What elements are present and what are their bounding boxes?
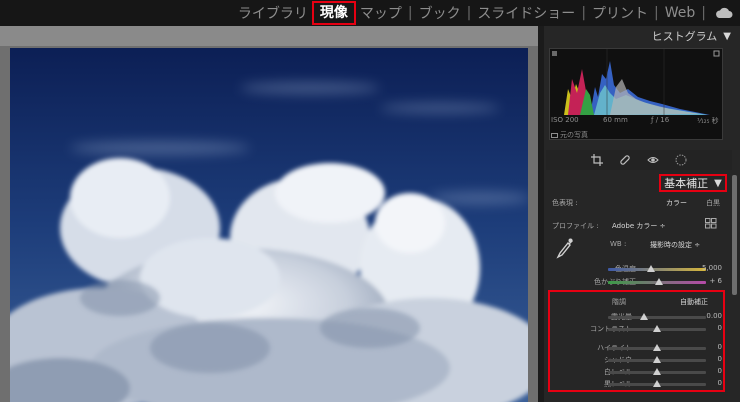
panel-edge bbox=[538, 26, 544, 402]
module-separator: | bbox=[654, 5, 659, 21]
checkbox-icon[interactable] bbox=[551, 132, 558, 138]
panel-scrollbar[interactable] bbox=[732, 175, 737, 295]
basic-panel-title: 基本補正 bbox=[664, 177, 709, 190]
module-library[interactable]: ライブラリ bbox=[234, 3, 312, 23]
redeye-icon[interactable] bbox=[647, 154, 659, 166]
highlights-slider[interactable] bbox=[608, 344, 706, 351]
histogram-header[interactable]: ヒストグラム ▼ bbox=[545, 26, 731, 46]
profile-dropdown[interactable]: Adobe カラー ÷ bbox=[612, 221, 665, 231]
original-photo-toggle[interactable]: 元の写真 bbox=[551, 130, 588, 140]
slider-thumb[interactable] bbox=[647, 265, 655, 272]
photo-preview[interactable] bbox=[10, 48, 528, 402]
slider-thumb[interactable] bbox=[653, 356, 661, 363]
slider-thumb[interactable] bbox=[653, 380, 661, 387]
shutter-readout: ¹⁄₁₂₅ 秒 bbox=[697, 117, 719, 125]
tone-label: 階調 bbox=[612, 298, 626, 306]
focal-readout: 60 mm bbox=[603, 116, 628, 124]
highlight-clip-icon bbox=[713, 50, 720, 57]
shadow-clip-icon bbox=[552, 51, 557, 56]
module-map[interactable]: マップ bbox=[356, 3, 406, 23]
basic-panel-header[interactable]: 基本補正 ▼ bbox=[659, 174, 727, 192]
eyedropper-icon[interactable] bbox=[556, 237, 574, 263]
histogram[interactable] bbox=[549, 48, 723, 140]
toolbar-strip bbox=[0, 26, 538, 46]
module-print[interactable]: プリント bbox=[588, 3, 652, 23]
collapse-triangle-icon[interactable]: ▼ bbox=[723, 31, 731, 42]
exposure-value[interactable]: 0.00 bbox=[706, 312, 722, 320]
module-bar: ライブラリ 現像 マップ | ブック | スライドショー | プリント | We… bbox=[0, 0, 740, 26]
shadows-value[interactable]: 0 bbox=[718, 355, 722, 363]
module-separator: | bbox=[407, 5, 413, 21]
image-canvas[interactable] bbox=[0, 26, 538, 402]
module-separator: | bbox=[466, 5, 472, 21]
slider-thumb[interactable] bbox=[653, 344, 661, 351]
temp-slider[interactable] bbox=[608, 265, 706, 272]
wb-label: WB : bbox=[610, 240, 627, 248]
module-picker: ライブラリ 現像 マップ | ブック | スライドショー | プリント | We… bbox=[234, 0, 740, 26]
crop-icon[interactable] bbox=[591, 154, 603, 166]
shadows-slider[interactable] bbox=[608, 356, 706, 363]
profile-label: プロファイル : bbox=[552, 222, 599, 230]
contrast-value[interactable]: 0 bbox=[718, 324, 722, 332]
tint-slider[interactable] bbox=[608, 278, 706, 285]
highlights-value[interactable]: 0 bbox=[718, 343, 722, 351]
module-book[interactable]: ブック bbox=[415, 3, 465, 23]
wb-dropdown[interactable]: 撮影時の設定 ÷ bbox=[650, 240, 700, 250]
contrast-slider[interactable] bbox=[608, 325, 706, 332]
treatment-label: 色表現 : bbox=[552, 199, 578, 207]
module-separator: | bbox=[701, 5, 706, 21]
heal-icon[interactable] bbox=[619, 154, 631, 166]
iso-readout: ISO 200 bbox=[551, 116, 579, 124]
collapse-triangle-icon[interactable]: ▼ bbox=[714, 178, 722, 189]
exposure-slider[interactable] bbox=[608, 313, 706, 320]
original-photo-label: 元の写真 bbox=[560, 131, 588, 139]
whites-value[interactable]: 0 bbox=[718, 367, 722, 375]
slider-thumb[interactable] bbox=[653, 368, 661, 375]
auto-tone-button[interactable]: 自動補正 bbox=[680, 297, 708, 307]
temp-value[interactable]: 5,000 bbox=[702, 264, 722, 272]
module-develop[interactable]: 現像 bbox=[311, 1, 356, 25]
slider-thumb[interactable] bbox=[640, 313, 648, 320]
tool-strip bbox=[546, 150, 732, 170]
module-web[interactable]: Web bbox=[661, 5, 700, 21]
aperture-readout: ƒ / 16 bbox=[651, 116, 670, 124]
module-separator: | bbox=[581, 5, 587, 21]
tint-value[interactable]: + 6 bbox=[709, 277, 722, 285]
mask-icon[interactable] bbox=[675, 154, 687, 166]
grid-icon[interactable] bbox=[705, 218, 717, 231]
blacks-slider[interactable] bbox=[608, 380, 706, 387]
blacks-value[interactable]: 0 bbox=[718, 379, 722, 387]
slider-thumb[interactable] bbox=[655, 278, 663, 285]
histogram-title: ヒストグラム bbox=[651, 30, 718, 43]
cloud-icon[interactable] bbox=[712, 7, 736, 19]
treatment-bw-button[interactable]: 白黒 bbox=[706, 198, 720, 208]
module-slideshow[interactable]: スライドショー bbox=[473, 3, 579, 23]
slider-thumb[interactable] bbox=[653, 325, 661, 332]
treatment-color-button[interactable]: カラー bbox=[666, 198, 687, 208]
whites-slider[interactable] bbox=[608, 368, 706, 375]
